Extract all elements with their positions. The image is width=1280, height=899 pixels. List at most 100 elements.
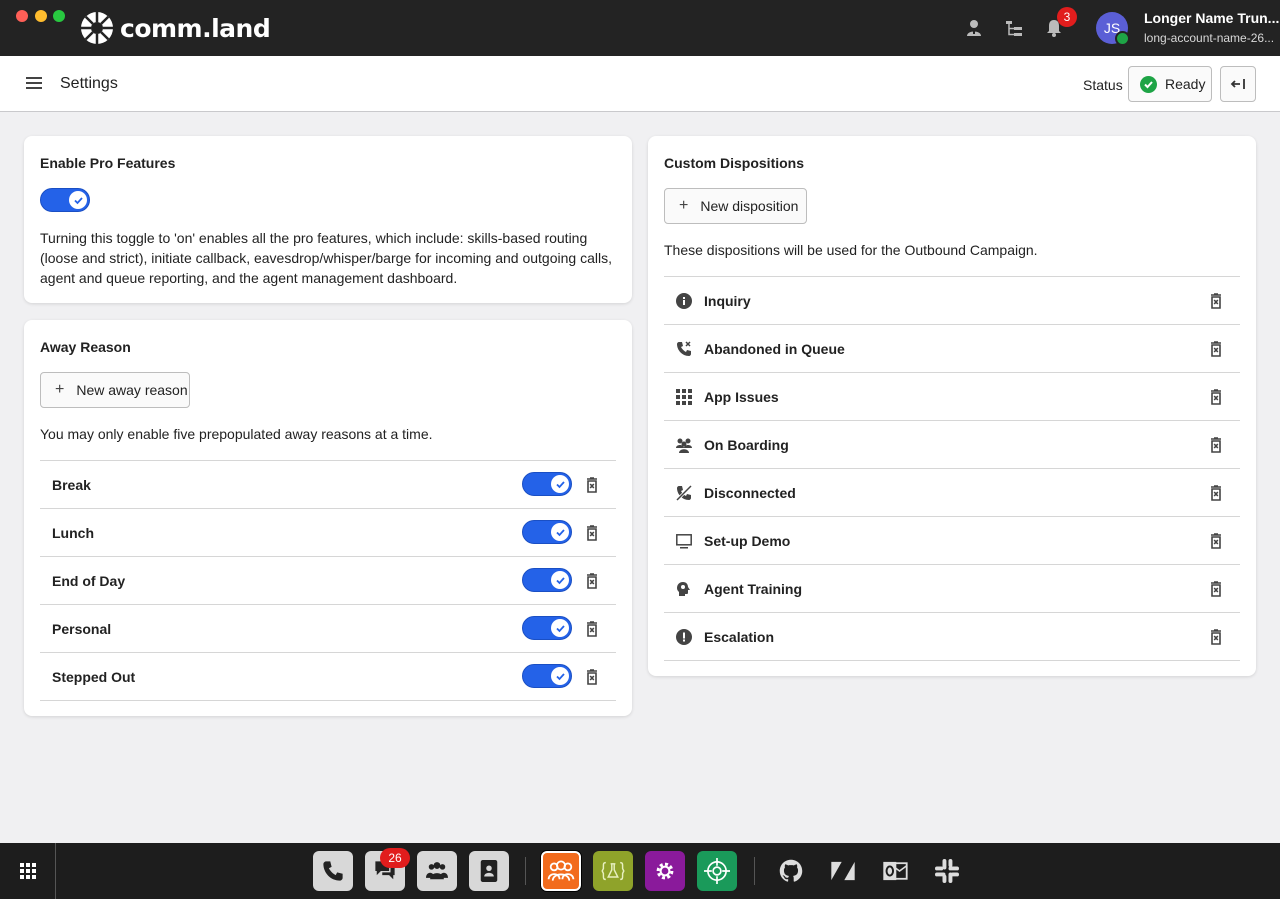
agent-icon[interactable] xyxy=(964,18,984,38)
disposition-list: Inquiry Abandoned in Queue App Issues On… xyxy=(664,276,1240,661)
delete-icon[interactable] xyxy=(1210,533,1222,549)
collapse-panel-button[interactable] xyxy=(1220,66,1256,102)
disposition-row: Set-up Demo xyxy=(664,517,1240,565)
info-icon xyxy=(676,292,692,309)
disposition-row: Disconnected xyxy=(664,469,1240,517)
dock-divider xyxy=(525,857,526,885)
menu-icon[interactable] xyxy=(26,77,42,91)
away-reason-toggle[interactable] xyxy=(522,664,572,688)
dock-settings[interactable] xyxy=(645,851,685,891)
disposition-label: Set-up Demo xyxy=(704,532,791,549)
check-icon xyxy=(551,571,569,589)
dock-agent-dashboard[interactable] xyxy=(541,851,581,891)
hierarchy-icon[interactable] xyxy=(1004,18,1024,38)
dock-lab[interactable] xyxy=(593,851,633,891)
away-reason-toggle[interactable] xyxy=(522,472,572,496)
new-disposition-label: New disposition xyxy=(700,198,799,214)
away-reason-title: Away Reason xyxy=(40,339,131,355)
delete-icon[interactable] xyxy=(1210,389,1222,405)
head-brain-icon xyxy=(677,581,690,596)
group-icon xyxy=(676,438,692,453)
window-close-button[interactable] xyxy=(16,10,28,22)
page-header: Settings Status Ready xyxy=(0,56,1280,112)
dock-github[interactable] xyxy=(771,851,811,891)
outlook-icon xyxy=(883,861,908,881)
avatar-status-indicator xyxy=(1115,31,1130,46)
away-reason-label: Break xyxy=(52,476,91,493)
away-reason-label: Stepped Out xyxy=(52,668,136,685)
logo-icon xyxy=(81,12,113,44)
status-value: Ready xyxy=(1165,76,1206,92)
team-icon xyxy=(426,862,448,880)
zendesk-icon xyxy=(831,861,855,881)
target-icon xyxy=(704,858,730,884)
window-zoom-button[interactable] xyxy=(53,10,65,22)
delete-icon[interactable] xyxy=(586,621,598,637)
away-reason-toggle[interactable] xyxy=(522,520,572,544)
status-button[interactable]: Ready xyxy=(1128,66,1212,102)
pro-features-toggle[interactable] xyxy=(40,188,90,212)
dock-divider xyxy=(55,843,56,899)
delete-icon[interactable] xyxy=(586,573,598,589)
dock-slack[interactable] xyxy=(927,851,967,891)
disposition-label: Inquiry xyxy=(704,292,751,309)
check-icon xyxy=(551,523,569,541)
notification-badge: 3 xyxy=(1057,7,1077,27)
away-reason-row: Lunch xyxy=(40,509,616,557)
away-reason-row: Stepped Out xyxy=(40,653,616,701)
plus-icon: + xyxy=(55,381,65,398)
disposition-label: Abandoned in Queue xyxy=(704,340,845,357)
phone-disabled-icon xyxy=(676,484,692,501)
delete-icon[interactable] xyxy=(1210,437,1222,453)
disposition-label: Escalation xyxy=(704,628,775,645)
away-reason-row: Personal xyxy=(40,605,616,653)
user-name[interactable]: Longer Name Trun... xyxy=(1144,10,1279,26)
dock-divider xyxy=(754,857,755,885)
delete-icon[interactable] xyxy=(1210,293,1222,309)
disposition-label: On Boarding xyxy=(704,436,789,453)
new-away-reason-label: New away reason xyxy=(76,382,188,398)
disposition-row: Inquiry xyxy=(664,277,1240,325)
github-icon xyxy=(779,859,803,882)
disposition-row: On Boarding xyxy=(664,421,1240,469)
delete-icon[interactable] xyxy=(586,477,598,493)
apps-grid-icon xyxy=(676,388,692,405)
flask-braces-icon xyxy=(601,861,625,881)
disposition-row: Agent Training xyxy=(664,565,1240,613)
dock-contacts[interactable] xyxy=(469,851,509,891)
away-reason-toggle[interactable] xyxy=(522,616,572,640)
away-reason-label: Personal xyxy=(52,620,112,637)
delete-icon[interactable] xyxy=(1210,581,1222,597)
dock-phone[interactable] xyxy=(313,851,353,891)
window-minimize-button[interactable] xyxy=(35,10,47,22)
new-away-reason-button[interactable]: + New away reason xyxy=(40,372,190,408)
disposition-label: App Issues xyxy=(704,388,779,405)
away-reason-label: Lunch xyxy=(52,524,94,541)
away-reason-list: Break Lunch End of Day Personal Stepped … xyxy=(40,460,616,701)
status-label: Status xyxy=(1083,77,1123,93)
delete-icon[interactable] xyxy=(1210,485,1222,501)
page-title: Settings xyxy=(60,75,118,92)
dock-team[interactable] xyxy=(417,851,457,891)
away-reason-label: End of Day xyxy=(52,572,126,589)
check-icon xyxy=(551,475,569,493)
delete-icon[interactable] xyxy=(586,525,598,541)
check-icon xyxy=(551,667,569,685)
new-disposition-button[interactable]: + New disposition xyxy=(664,188,807,224)
dock-target[interactable] xyxy=(697,851,737,891)
app-launcher-icon[interactable] xyxy=(20,863,36,879)
away-reason-toggle[interactable] xyxy=(522,568,572,592)
delete-icon[interactable] xyxy=(586,669,598,685)
check-icon xyxy=(69,191,87,209)
phone-missed-icon xyxy=(677,340,691,356)
contacts-book-icon xyxy=(480,860,498,882)
messages-badge: 26 xyxy=(380,848,410,868)
delete-icon[interactable] xyxy=(1210,629,1222,645)
arrow-to-left-icon xyxy=(1230,79,1245,89)
dock-zendesk[interactable] xyxy=(823,851,863,891)
gear-icon xyxy=(656,862,674,880)
delete-icon[interactable] xyxy=(1210,341,1222,357)
dock-outlook[interactable] xyxy=(875,851,915,891)
agents-group-icon xyxy=(547,860,575,881)
app-logo: comm.land xyxy=(80,11,271,45)
